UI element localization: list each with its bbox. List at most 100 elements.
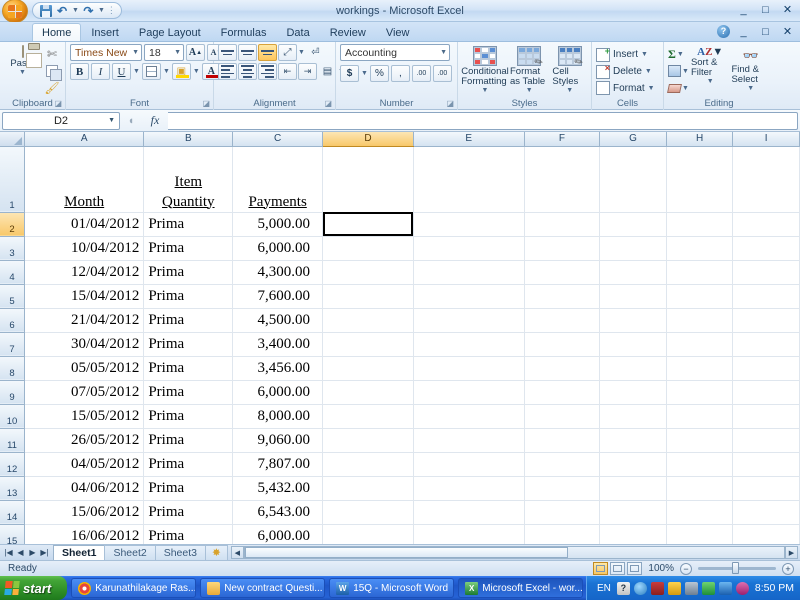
orientation-dropdown-icon[interactable]: ▼ [298,49,305,56]
opera-tray-icon[interactable] [735,581,749,595]
sheet-tab-sheet1[interactable]: Sheet1 [53,545,106,560]
cell-e15[interactable] [413,524,525,544]
cell-h8[interactable] [666,356,734,381]
grow-font-button[interactable]: A ▲ [186,44,205,61]
cell-a12[interactable]: 04/05/2012 [24,452,145,477]
zoom-in-button[interactable]: + [782,562,794,575]
office-button[interactable] [2,0,28,23]
cell-d4[interactable] [322,260,414,285]
cell-d3[interactable] [322,236,414,261]
cell-a6[interactable]: 21/04/2012 [24,308,145,333]
format-as-table-button[interactable]: ✎ Format as Table ▼ [510,44,548,94]
cell-g1[interactable] [599,146,667,213]
zoom-out-button[interactable]: − [680,562,692,575]
cell-e7[interactable] [413,332,525,357]
cell-e2[interactable] [413,212,525,237]
cell-e1[interactable] [413,146,525,213]
paste-button[interactable]: Paste ▼ [4,44,41,76]
font-name-combo[interactable]: Times New Rom ▼ [70,44,142,61]
device-tray-icon[interactable] [684,581,698,595]
cell-f15[interactable] [524,524,601,544]
cell-d15[interactable] [322,524,414,544]
cell-a5[interactable]: 15/04/2012 [24,284,145,309]
row-header-4[interactable]: 4 [0,260,25,285]
row-header-15[interactable]: 15 [0,524,25,544]
taskbar-item-excel[interactable]: X Microsoft Excel - wor... [458,578,584,598]
first-sheet-button[interactable]: |◀ [3,548,14,557]
cell-i7[interactable] [732,332,800,357]
view-normal-button[interactable] [593,562,609,575]
column-header-h[interactable]: H [666,132,734,147]
cell-e14[interactable] [413,500,525,525]
currency-dropdown-icon[interactable]: ▼ [361,70,368,77]
cell-g6[interactable] [599,308,667,333]
cell-d11[interactable] [322,428,414,453]
cell-i1[interactable] [732,146,800,213]
cell-b5[interactable]: Prima [143,284,234,309]
format-cells-button[interactable]: Format ▼ [596,80,655,96]
sort-filter-dropdown-icon[interactable]: ▼ [707,78,714,85]
cell-i11[interactable] [732,428,800,453]
sheet-tab-sheet3[interactable]: Sheet3 [154,545,206,560]
increase-indent-button[interactable]: ⇥ [298,63,317,80]
redo-dropdown-icon[interactable]: ▼ [98,7,105,14]
display-tray-icon[interactable] [718,581,732,595]
redo-button[interactable]: ↷ [81,3,96,18]
insert-dropdown-icon[interactable]: ▼ [641,51,648,58]
font-dialog-launcher-icon[interactable]: ◪ [202,99,210,108]
cell-c9[interactable]: 6,000.00 [232,380,323,405]
cell-b12[interactable]: Prima [143,452,234,477]
format-painter-button[interactable]: 🖌 [43,80,61,96]
zoom-slider[interactable] [698,562,776,574]
cell-f8[interactable] [524,356,601,381]
cell-e3[interactable] [413,236,525,261]
column-header-f[interactable]: F [524,132,601,147]
cell-f3[interactable] [524,236,601,261]
cut-button[interactable]: ✄ [43,46,61,62]
conditional-formatting-button[interactable]: Conditional Formatting ▼ [461,44,509,94]
cell-h3[interactable] [666,236,734,261]
cell-e12[interactable] [413,452,525,477]
cell-h7[interactable] [666,332,734,357]
cell-c13[interactable]: 5,432.00 [232,476,323,501]
cell-b10[interactable]: Prima [143,404,234,429]
cell-d7[interactable] [322,332,414,357]
cell-a3[interactable]: 10/04/2012 [24,236,145,261]
cell-b4[interactable]: Prima [143,260,234,285]
cell-d10[interactable] [322,404,414,429]
tab-view[interactable]: View [376,23,420,41]
clipboard-dialog-launcher-icon[interactable]: ◪ [54,99,62,108]
borders-dropdown-icon[interactable]: ▼ [163,68,170,75]
cell-a14[interactable]: 15/06/2012 [24,500,145,525]
cell-styles-button[interactable]: ✎ Cell Styles ▼ [552,44,587,94]
row-header-2[interactable]: 2 [0,212,25,237]
zoom-slider-thumb[interactable] [732,562,739,574]
column-header-i[interactable]: I [732,132,800,147]
cell-i8[interactable] [732,356,800,381]
tab-home[interactable]: Home [32,23,82,41]
cell-h2[interactable] [666,212,734,237]
cell-a10[interactable]: 15/05/2012 [24,404,145,429]
find-select-button[interactable]: 👓 Find & Select ▼ [731,46,770,92]
cell-d1[interactable] [322,146,414,213]
tab-insert[interactable]: Insert [81,23,129,41]
cell-b8[interactable]: Prima [143,356,234,381]
cell-g5[interactable] [599,284,667,309]
clear-dropdown-icon[interactable]: ▼ [682,85,689,92]
cell-f12[interactable] [524,452,601,477]
horizontal-scrollbar[interactable]: ◀ ▶ [230,546,798,560]
cell-b7[interactable]: Prima [143,332,234,357]
align-left-button[interactable] [218,63,237,80]
cell-g15[interactable] [599,524,667,544]
cell-b6[interactable]: Prima [143,308,234,333]
row-header-7[interactable]: 7 [0,332,25,357]
cell-a15[interactable]: 16/06/2012 [24,524,145,544]
cell-a8[interactable]: 05/05/2012 [24,356,145,381]
row-header-10[interactable]: 10 [0,404,25,429]
find-select-dropdown-icon[interactable]: ▼ [747,85,754,92]
cell-d12[interactable] [322,452,414,477]
fill-button[interactable]: ▼ [668,63,689,79]
number-dialog-launcher-icon[interactable]: ◪ [446,99,454,108]
align-bottom-button[interactable] [258,44,277,61]
cell-d2[interactable] [322,212,414,237]
